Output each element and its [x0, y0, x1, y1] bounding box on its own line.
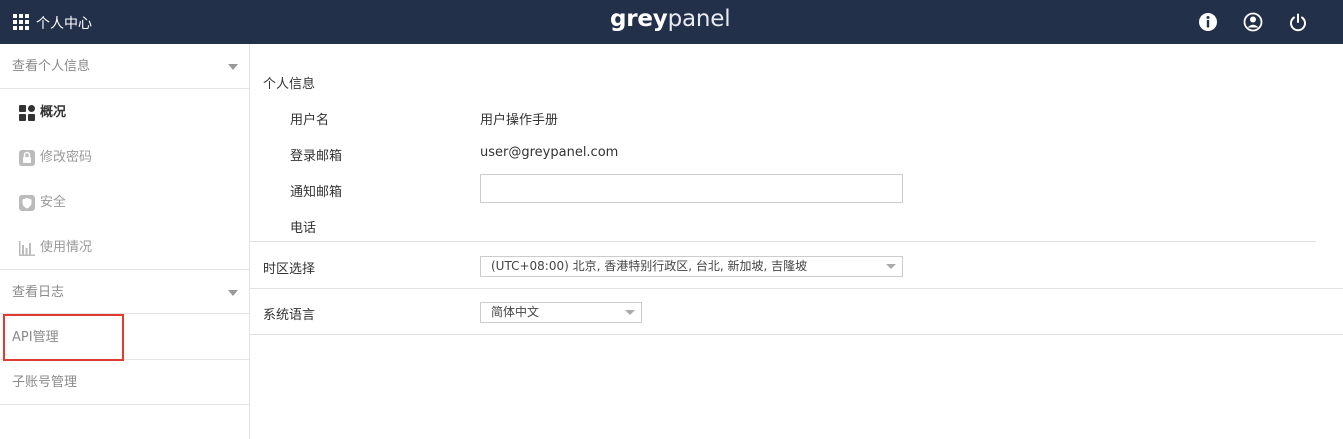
sidebar-section-subaccounts[interactable]: 子账号管理 [0, 360, 249, 405]
notify-email-field[interactable] [480, 174, 903, 203]
top-navbar: 个人中心 greypanel [0, 0, 1343, 44]
lock-icon [19, 150, 35, 166]
page-title[interactable]: 个人中心 [36, 13, 92, 33]
divider [250, 241, 1316, 242]
sidebar-item-label: 修改密码 [40, 150, 93, 165]
phone-label: 电话 [290, 221, 317, 236]
info-icon[interactable] [1197, 11, 1219, 33]
sidebar-section-label: 查看日志 [12, 285, 65, 300]
language-select[interactable]: 简体中文 [480, 302, 642, 323]
user-account-icon[interactable] [1242, 11, 1264, 33]
login-email-label: 登录邮箱 [290, 149, 343, 164]
bar-chart-icon [19, 241, 35, 256]
sidebar-section-logs[interactable]: 查看日志 [0, 269, 249, 314]
sidebar-item-overview[interactable]: 概况 [0, 90, 249, 135]
chevron-down-icon [228, 290, 238, 296]
chevron-down-icon [625, 310, 635, 315]
sidebar-item-change-password[interactable]: 修改密码 [0, 135, 249, 180]
sidebar-section-profile[interactable]: 查看个人信息 [0, 44, 249, 89]
logo-bold-text: grey [610, 6, 668, 32]
chevron-down-icon [228, 64, 238, 70]
username-value: 用户操作手册 [480, 113, 559, 128]
greypanel-logo: greypanel [610, 6, 731, 32]
dashboard-grid-icon [19, 105, 35, 121]
sidebar-item-security[interactable]: 安全 [0, 180, 249, 225]
sidebar-item-label: 使用情况 [40, 240, 93, 255]
shield-icon [19, 195, 35, 211]
power-logout-icon[interactable] [1287, 11, 1309, 33]
timezone-selected-value: (UTC+08:00) 北京, 香港特别行政区, 台北, 新加坡, 吉隆坡 [491, 259, 808, 273]
apps-grid-icon[interactable] [13, 14, 30, 31]
divider [250, 334, 1343, 335]
sidebar-item-usage[interactable]: 使用情况 [0, 225, 249, 270]
sidebar-item-label: 概况 [40, 105, 67, 120]
main-content: 个人信息 用户名 用户操作手册 登录邮箱 user@greypanel.com … [250, 44, 1343, 439]
login-email-value: user@greypanel.com [480, 145, 619, 160]
sidebar-item-label: 安全 [40, 195, 67, 210]
language-label: 系统语言 [263, 308, 316, 323]
sidebar-section-label: 查看个人信息 [12, 59, 91, 74]
sidebar: 查看个人信息 概况 修改密码 安全 使用情况 查看日志 API管理 子账号管理 [0, 44, 250, 439]
highlight-box [3, 314, 124, 361]
chevron-down-icon [886, 264, 896, 269]
sidebar-section-label: 子账号管理 [12, 375, 78, 390]
divider [250, 288, 1343, 289]
timezone-select[interactable]: (UTC+08:00) 北京, 香港特别行政区, 台北, 新加坡, 吉隆坡 [480, 256, 903, 277]
notify-email-label: 通知邮箱 [290, 185, 343, 200]
section-title-personal-info: 个人信息 [263, 77, 316, 92]
language-selected-value: 简体中文 [491, 305, 540, 319]
timezone-label: 时区选择 [263, 262, 316, 277]
username-label: 用户名 [290, 113, 330, 128]
logo-thin-text: panel [667, 6, 731, 32]
